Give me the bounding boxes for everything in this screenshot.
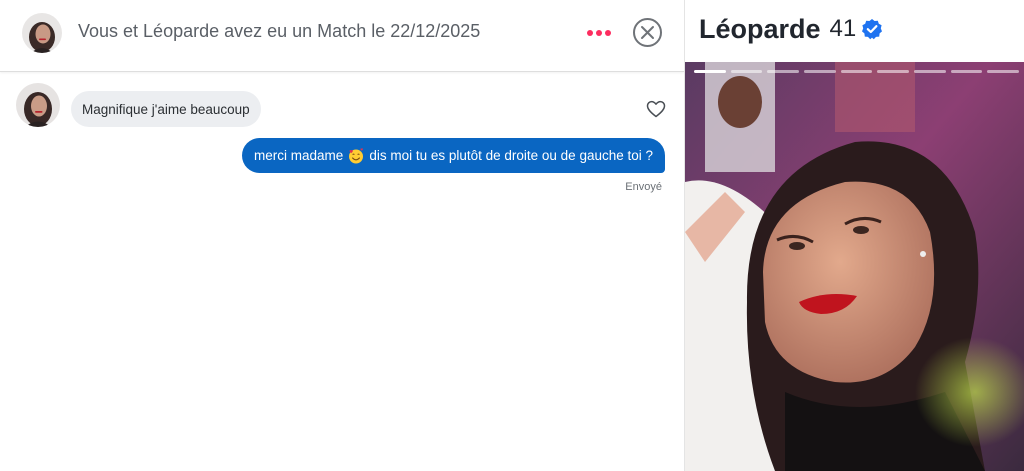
photo-indicator[interactable] [877,70,910,73]
more-options-button[interactable] [584,20,614,46]
more-dots-icon [586,29,594,37]
smiling-face-with-hearts-icon [349,147,364,163]
chat-pane: Vous et Léoparde avez eu un Match le 22/… [0,0,684,471]
incoming-message-bubble: Magnifique j'aime beaucoup [71,91,261,127]
close-button[interactable] [632,17,663,48]
verified-badge-icon [862,19,883,40]
profile-name: Léoparde [699,13,821,44]
close-circle-icon [633,18,662,47]
profile-photo-image [685,62,1024,471]
photo-indicator[interactable] [987,70,1020,73]
message-status: Envoyé [625,181,662,193]
incoming-message-text: Magnifique j'aime beaucoup [82,101,250,117]
profile-pane: Léoparde 41 [684,0,1024,471]
photo-indicators [694,70,1020,73]
photo-indicator[interactable] [840,70,873,73]
photo-indicator[interactable] [914,70,946,73]
outgoing-message-text-end: dis moi tu es plutôt de droite ou de gau… [369,148,653,163]
match-avatar[interactable] [22,13,62,53]
profile-photo[interactable] [685,62,1024,471]
like-message-button[interactable] [646,100,666,118]
outgoing-message-bubble: merci madame dis moi tu es plutôt de dro… [242,138,665,173]
message-sender-avatar[interactable] [16,83,60,127]
heart-outline-icon [646,100,666,118]
photo-indicator[interactable] [950,70,983,73]
profile-age: 41 [829,15,857,42]
photo-indicator[interactable] [767,70,800,73]
chat-header: Vous et Léoparde avez eu un Match le 22/… [0,0,684,72]
profile-header: Léoparde 41 [699,12,883,46]
photo-indicator[interactable] [730,70,763,73]
photo-indicator[interactable] [804,70,836,73]
outgoing-message-text-start: merci madame [254,148,344,163]
photo-indicator[interactable] [694,70,726,73]
match-date-title: Vous et Léoparde avez eu un Match le 22/… [78,21,481,41]
